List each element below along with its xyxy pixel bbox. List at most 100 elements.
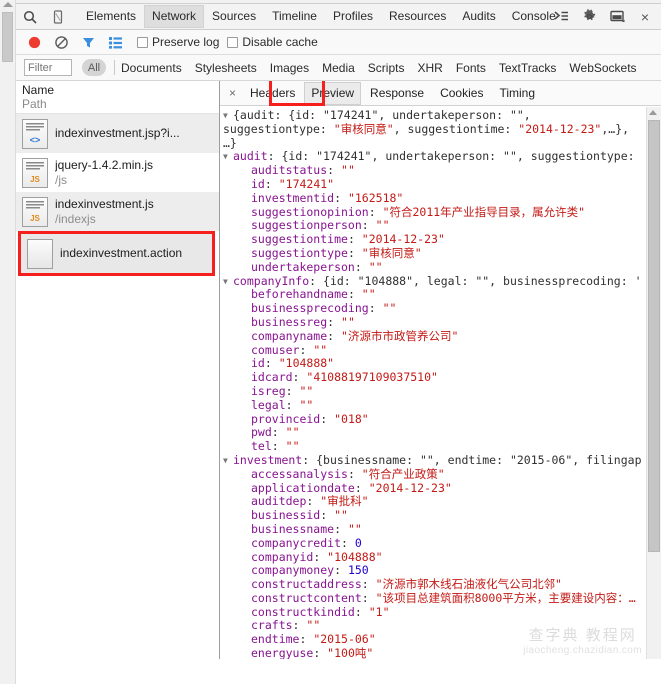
record-button-icon[interactable]: [21, 30, 48, 54]
json-root-summary[interactable]: ▼ {audit: {id: "174241", undertakeperson:…: [223, 109, 661, 150]
json-value: 150: [347, 564, 369, 578]
network-controls-row: Preserve log Disable cache: [16, 30, 661, 55]
tab-network[interactable]: Network: [144, 5, 205, 28]
json-value: "104888": [327, 550, 383, 564]
json-value: "": [313, 343, 328, 357]
filter-type-xhr[interactable]: XHR: [417, 61, 442, 75]
json-value: "018": [334, 412, 369, 426]
disable-cache-checkbox-row[interactable]: Disable cache: [227, 35, 318, 49]
json-value: "符合产业政策": [361, 467, 445, 481]
scroll-up-arrow-icon[interactable]: [649, 110, 657, 115]
json-key: applicationdate: [251, 481, 355, 495]
preserve-log-checkbox-row[interactable]: Preserve log: [137, 35, 219, 49]
filter-type-media[interactable]: Media: [322, 61, 355, 75]
tab-elements[interactable]: Elements: [78, 5, 144, 28]
json-field-businessprecoding: businessprecoding: "": [251, 302, 397, 316]
filter-type-texttracks[interactable]: TextTracks: [499, 61, 557, 75]
json-value: "": [299, 384, 314, 398]
filter-type-websockets[interactable]: WebSockets: [569, 61, 636, 75]
tab-headers[interactable]: Headers: [243, 82, 302, 105]
js-file-badge: JS: [30, 174, 40, 184]
preview-scrollbar[interactable]: [646, 107, 661, 659]
console-drawer-icon[interactable]: [547, 4, 575, 29]
disclosure-triangle-icon[interactable]: ▼: [223, 150, 233, 164]
filter-funnel-icon[interactable]: [75, 30, 102, 54]
filter-type-all[interactable]: All: [82, 59, 106, 76]
json-value: "174241": [278, 177, 335, 191]
filter-input[interactable]: [24, 59, 72, 76]
json-key: id: [251, 357, 265, 371]
scrollbar-thumb[interactable]: [2, 12, 13, 62]
tab-response[interactable]: Response: [363, 82, 431, 105]
filter-type-stylesheets[interactable]: Stylesheets: [195, 61, 257, 75]
json-field-auditdep: auditdep: "审批科": [251, 495, 369, 509]
json-root-line-1: {audit: {id: "174241", undertakeperson: …: [233, 109, 531, 122]
json-value: "": [341, 315, 355, 329]
json-key: auditdep: [251, 495, 307, 509]
json-root-line-2a: suggestiontype:: [223, 121, 334, 136]
tab-timing[interactable]: Timing: [492, 82, 542, 105]
json-field-businessname: businessname: "": [251, 522, 362, 536]
request-row-jquery-min-js[interactable]: JS jquery-1.4.2.min.js /js: [16, 153, 219, 192]
json-key: suggestionperson: [251, 219, 362, 233]
preview-scrollbar-thumb[interactable]: [648, 120, 660, 552]
tab-audits[interactable]: Audits: [454, 5, 503, 28]
close-detail-button[interactable]: ×: [224, 87, 241, 99]
json-value: "": [285, 426, 300, 440]
detail-tab-bar: × Headers Preview Response Cookies Timin…: [220, 81, 661, 106]
resource-filter-row: All Documents Stylesheets Images Media S…: [16, 55, 661, 81]
json-key: suggestiontype: [251, 246, 348, 260]
device-mode-icon[interactable]: [44, 4, 72, 29]
request-name: jquery-1.4.2.min.js: [55, 157, 154, 172]
request-name: indexinvestment.action: [60, 246, 183, 260]
dock-position-icon[interactable]: [603, 4, 631, 29]
request-list-panel: Name Path <> indexinvestment.jsp?i... JS…: [16, 81, 220, 659]
disclosure-triangle-icon[interactable]: ▼: [223, 275, 233, 289]
disable-cache-checkbox[interactable]: [227, 36, 239, 48]
json-group-header-companyinfo[interactable]: ▼ companyInfo: {id: "104888", legal: "", …: [223, 275, 661, 289]
json-field-constructcontent: constructcontent: "该项目总建筑面积8000平方米，主要建设内…: [251, 591, 636, 605]
json-value: "济源市郭木线石油液化气公司北邻": [375, 578, 562, 592]
json-preview-viewer[interactable]: ▼ {audit: {id: "174241", undertakeperson:…: [220, 107, 661, 659]
json-value: 0: [354, 536, 362, 550]
js-file-icon: JS: [22, 157, 48, 188]
filter-type-scripts[interactable]: Scripts: [368, 61, 405, 75]
filter-type-documents[interactable]: Documents: [121, 61, 182, 75]
tab-profiles[interactable]: Profiles: [325, 5, 381, 28]
json-value: "该项目总建筑面积8000平方米，主要建设内容：…: [375, 591, 636, 605]
column-header-path: Path: [22, 97, 47, 111]
json-value: "162518": [347, 191, 404, 205]
request-row-indexinvestment-js[interactable]: JS indexinvestment.js /indexjs: [16, 192, 219, 231]
request-row-indexinvestment-jsp[interactable]: <> indexinvestment.jsp?i...: [16, 114, 219, 153]
json-root-line-2b: "审核同意": [333, 121, 394, 136]
tab-sources[interactable]: Sources: [204, 5, 264, 28]
json-value: "": [347, 522, 362, 536]
page-scrollbar[interactable]: [0, 0, 16, 684]
json-field-isreg: isreg: "": [251, 384, 314, 398]
clear-button-icon[interactable]: [48, 30, 75, 54]
tab-cookies[interactable]: Cookies: [433, 82, 490, 105]
tab-resources[interactable]: Resources: [381, 5, 454, 28]
disclosure-triangle-icon[interactable]: ▼: [223, 454, 233, 468]
request-path: /js: [55, 172, 67, 187]
settings-gear-icon[interactable]: [575, 4, 603, 29]
request-row-indexinvestment-action[interactable]: indexinvestment.action: [21, 234, 212, 273]
json-root-line-2e: ,…},: [601, 121, 630, 136]
disclosure-triangle-icon[interactable]: ▼: [223, 109, 233, 123]
close-devtools-button[interactable]: ×: [631, 4, 659, 29]
json-group-header-audit[interactable]: ▼ audit: {id: "174241", undertakeperson: …: [223, 150, 661, 164]
preserve-log-checkbox[interactable]: [137, 36, 148, 48]
tab-preview[interactable]: Preview: [304, 81, 362, 105]
scroll-up-arrow-icon[interactable]: [3, 2, 13, 7]
json-group-header-investment[interactable]: ▼ investment: {businessname: "", endtime:…: [223, 454, 661, 468]
view-list-icon[interactable]: [102, 30, 129, 54]
filter-type-images[interactable]: Images: [270, 61, 309, 75]
tab-timeline[interactable]: Timeline: [264, 5, 325, 28]
devtools-window: Elements Network Sources Timeline Profil…: [16, 3, 661, 684]
json-value: "": [285, 440, 300, 454]
json-key: beforehandname: [251, 288, 348, 302]
search-icon[interactable]: [16, 4, 44, 29]
filter-type-fonts[interactable]: Fonts: [456, 61, 486, 75]
json-key: businessid: [251, 509, 321, 523]
json-key: investment: [233, 453, 303, 467]
